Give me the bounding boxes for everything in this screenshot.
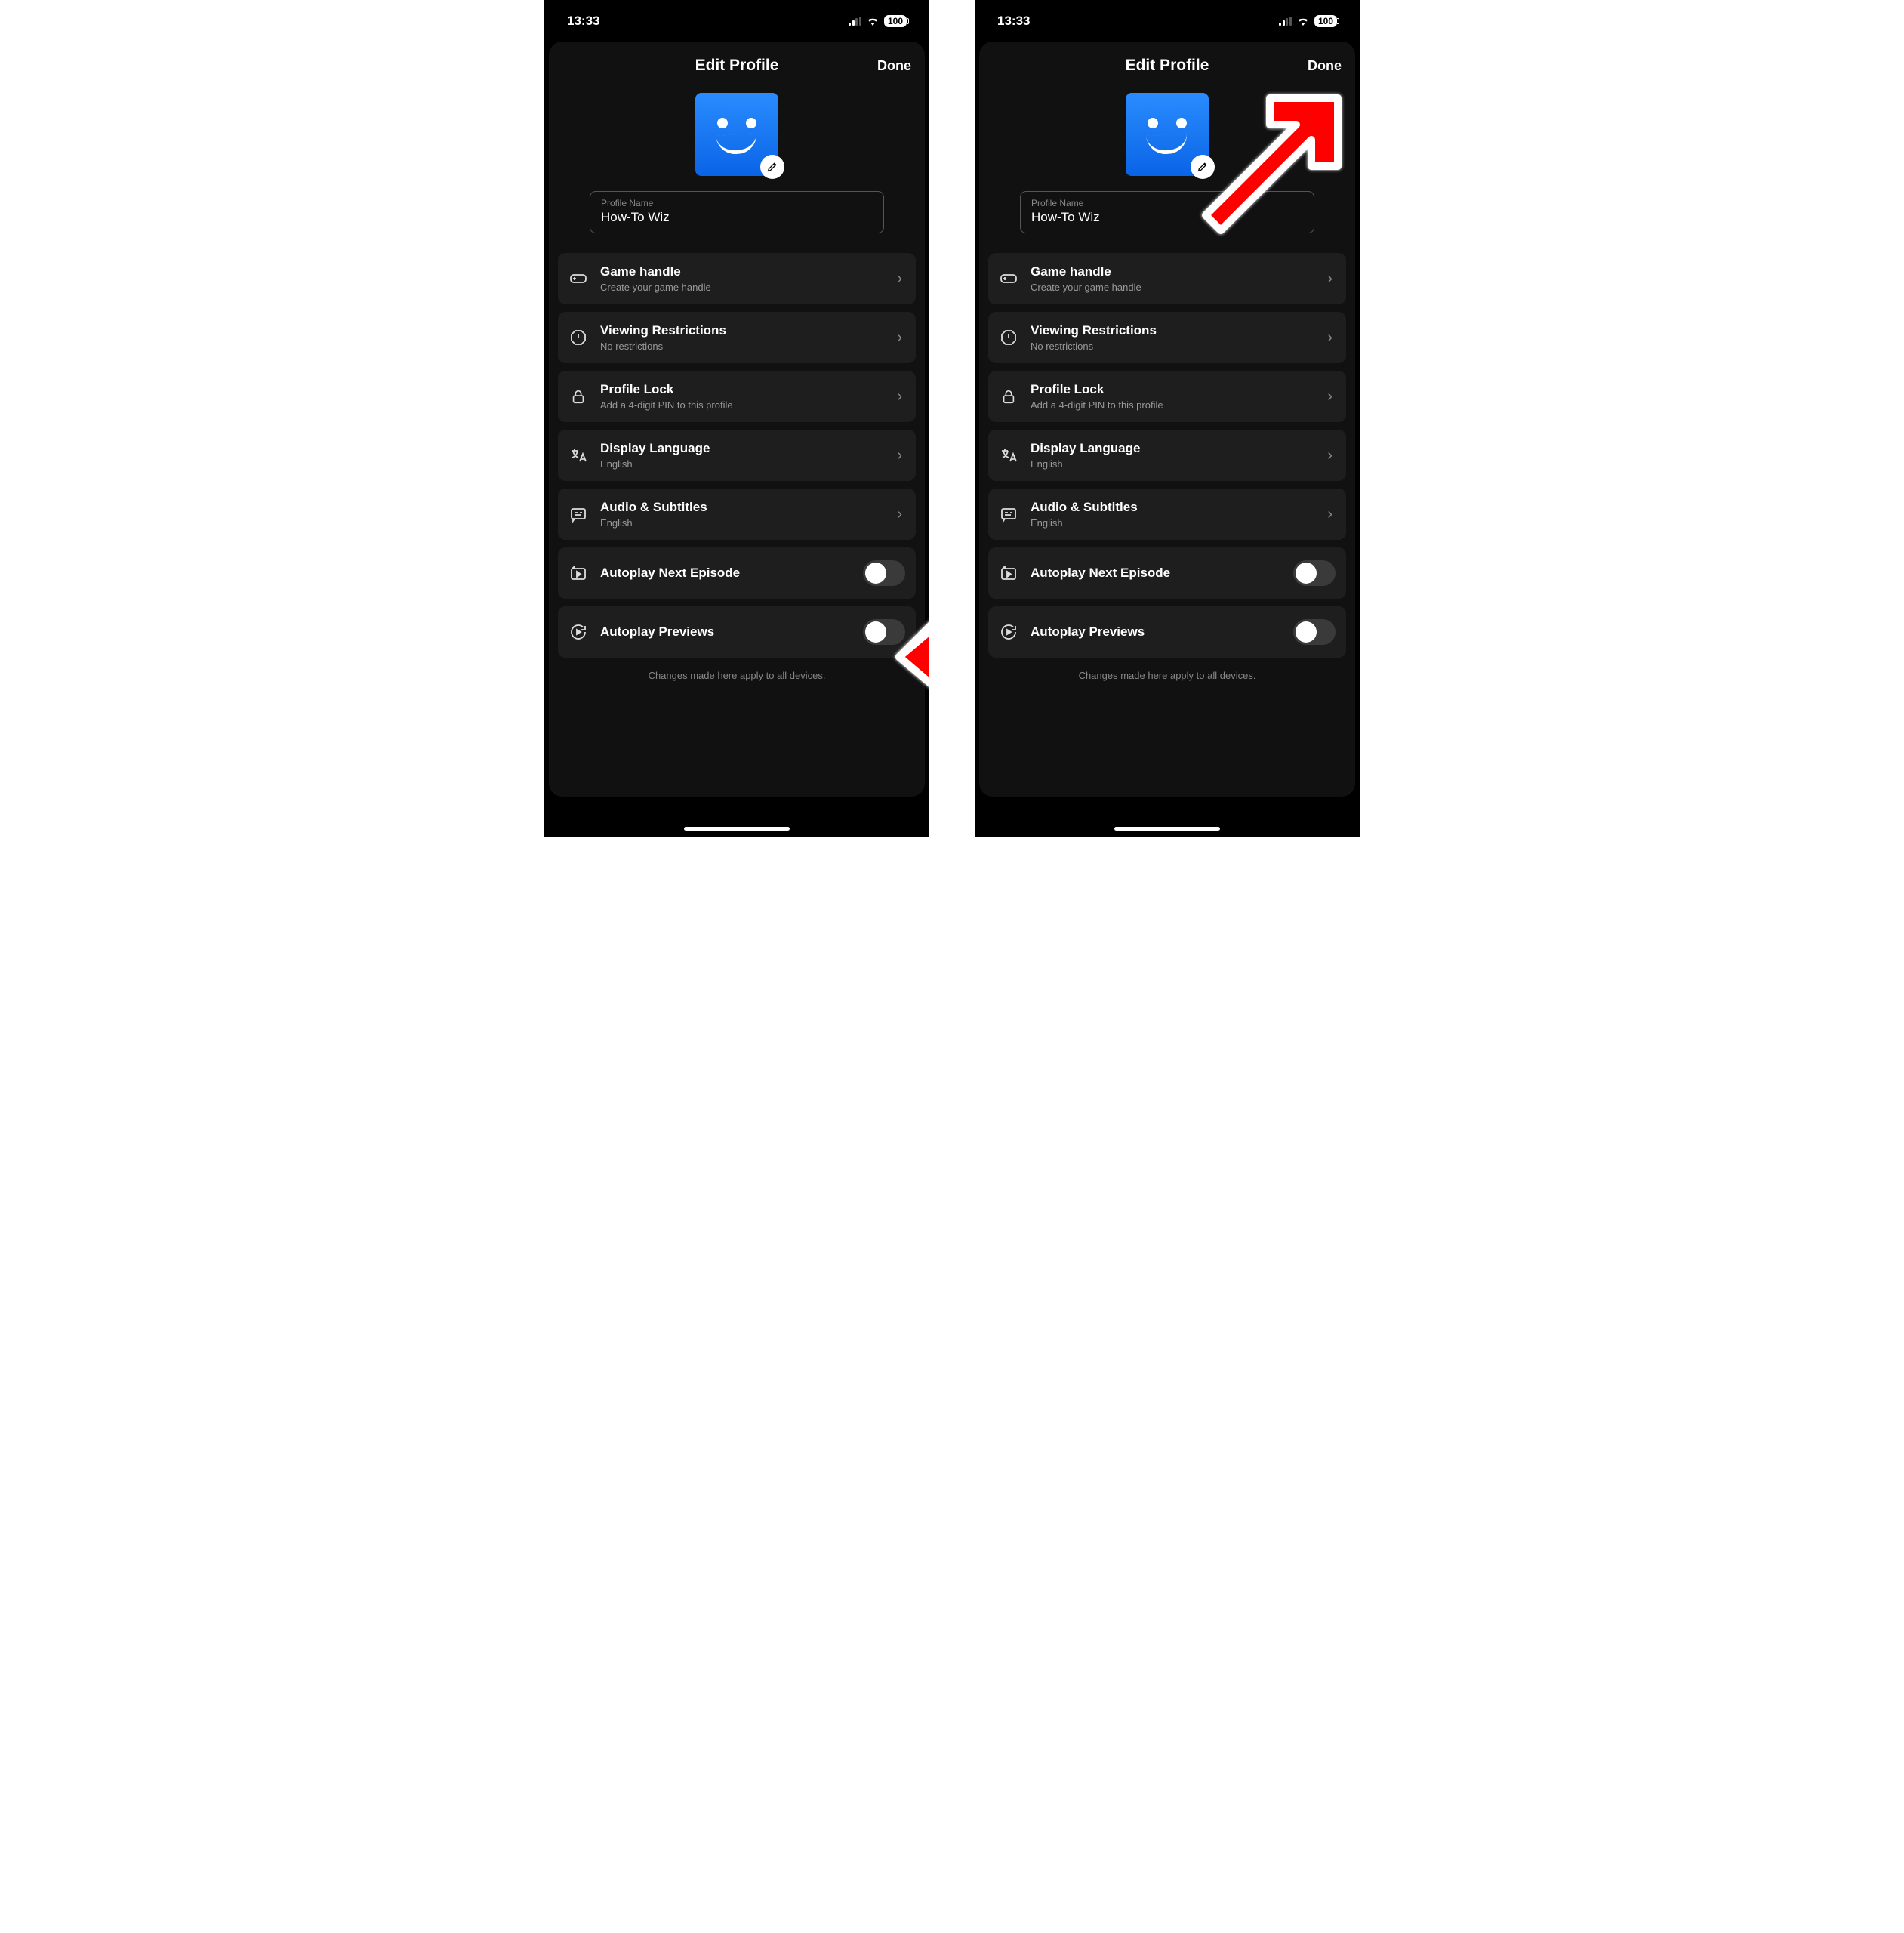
chevron-right-icon: › [1324, 506, 1336, 523]
profile-name-field[interactable]: Profile Name How-To Wiz [590, 191, 884, 233]
language-icon [999, 445, 1018, 465]
status-bar: 13:33 100 [975, 0, 1360, 42]
status-bar: 13:33 100 [544, 0, 929, 42]
screen: Edit Profile Done Profile Name How-To Wi… [979, 42, 1355, 797]
page-title: Edit Profile [558, 57, 916, 75]
wifi-icon [1296, 16, 1310, 26]
avatar[interactable] [695, 93, 778, 176]
screen: Edit Profile Done Profile Name How-To Wi… [549, 42, 925, 797]
profile-name-value: How-To Wiz [1031, 210, 1303, 225]
avatar-container [988, 93, 1346, 176]
row-profile-lock[interactable]: Profile LockAdd a 4-digit PIN to this pr… [558, 371, 916, 422]
phone-left: 13:33 100 Edit Profile Done Profile Name… [544, 0, 929, 837]
page-title: Edit Profile [988, 57, 1346, 75]
chevron-right-icon: › [894, 506, 905, 523]
chevron-right-icon: › [894, 270, 905, 288]
row-autoplay-next: Autoplay Next Episode [988, 547, 1346, 599]
subtitles-icon [999, 504, 1018, 524]
cellular-icon [1279, 17, 1292, 26]
header: Edit Profile Done [988, 55, 1346, 76]
edit-avatar-icon[interactable] [1191, 155, 1215, 179]
row-autoplay-next: Autoplay Next Episode [558, 547, 916, 599]
status-time: 13:33 [997, 14, 1030, 29]
footnote: Changes made here apply to all devices. [558, 670, 916, 681]
row-profile-lock[interactable]: Profile LockAdd a 4-digit PIN to this pr… [988, 371, 1346, 422]
avatar[interactable] [1126, 93, 1209, 176]
profile-name-value: How-To Wiz [601, 210, 873, 225]
cellular-icon [849, 17, 861, 26]
row-audio-subtitles[interactable]: Audio & SubtitlesEnglish › [988, 489, 1346, 540]
autoplay-next-toggle[interactable] [1293, 560, 1336, 586]
wifi-icon [866, 16, 880, 26]
row-display-language[interactable]: Display LanguageEnglish › [558, 430, 916, 481]
status-time: 13:33 [567, 14, 599, 29]
chevron-right-icon: › [894, 447, 905, 464]
row-audio-subtitles[interactable]: Audio & SubtitlesEnglish › [558, 489, 916, 540]
done-button[interactable]: Done [877, 58, 911, 74]
chevron-right-icon: › [894, 329, 905, 347]
chevron-right-icon: › [1324, 270, 1336, 288]
row-viewing-restrictions[interactable]: Viewing RestrictionsNo restrictions › [988, 312, 1346, 363]
home-indicator [1114, 827, 1220, 831]
chevron-right-icon: › [1324, 388, 1336, 405]
header: Edit Profile Done [558, 55, 916, 76]
autoplay-previews-icon [999, 622, 1018, 642]
autoplay-next-icon [999, 563, 1018, 583]
autoplay-next-icon [568, 563, 588, 583]
avatar-container [558, 93, 916, 176]
profile-name-label: Profile Name [601, 198, 873, 208]
warning-icon [568, 328, 588, 347]
lock-icon [999, 387, 1018, 406]
done-button[interactable]: Done [1308, 58, 1342, 74]
row-game-handle[interactable]: Game handleCreate your game handle › [988, 253, 1346, 304]
gamepad-icon [999, 269, 1018, 288]
row-autoplay-previews: Autoplay Previews [988, 606, 1346, 658]
footnote: Changes made here apply to all devices. [988, 670, 1346, 681]
battery-icon: 100 [884, 15, 907, 27]
autoplay-next-toggle[interactable] [863, 560, 905, 586]
profile-name-label: Profile Name [1031, 198, 1303, 208]
edit-avatar-icon[interactable] [760, 155, 784, 179]
battery-icon: 100 [1314, 15, 1337, 27]
row-game-handle[interactable]: Game handleCreate your game handle › [558, 253, 916, 304]
row-viewing-restrictions[interactable]: Viewing RestrictionsNo restrictions › [558, 312, 916, 363]
gamepad-icon [568, 269, 588, 288]
autoplay-previews-toggle[interactable] [1293, 619, 1336, 645]
status-right: 100 [849, 15, 907, 27]
subtitles-icon [568, 504, 588, 524]
chevron-right-icon: › [1324, 447, 1336, 464]
language-icon [568, 445, 588, 465]
home-indicator [684, 827, 790, 831]
status-right: 100 [1279, 15, 1337, 27]
autoplay-previews-toggle[interactable] [863, 619, 905, 645]
chevron-right-icon: › [1324, 329, 1336, 347]
row-display-language[interactable]: Display LanguageEnglish › [988, 430, 1346, 481]
lock-icon [568, 387, 588, 406]
profile-name-field[interactable]: Profile Name How-To Wiz [1020, 191, 1314, 233]
phone-right: 13:33 100 Edit Profile Done Profile Name… [975, 0, 1360, 837]
warning-icon [999, 328, 1018, 347]
autoplay-previews-icon [568, 622, 588, 642]
chevron-right-icon: › [894, 388, 905, 405]
row-autoplay-previews: Autoplay Previews [558, 606, 916, 658]
